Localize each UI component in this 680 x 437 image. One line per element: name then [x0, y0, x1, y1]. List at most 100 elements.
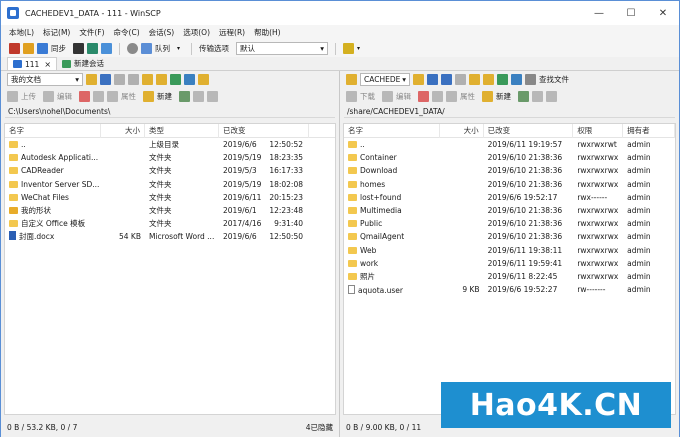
- remote-location-select[interactable]: CACHEDE ▾: [360, 73, 410, 86]
- local-file-list[interactable]: 名字 大小 类型 已改变 .. 上级目录 2019/6/6 12:50:52 Autod…: [4, 123, 336, 415]
- edit-button[interactable]: 编辑: [396, 91, 411, 102]
- close-button[interactable]: ✕: [647, 1, 679, 25]
- table-row[interactable]: lost+found 2019/6/6 19:52:17 rwx------ admi…: [344, 191, 675, 204]
- back-icon[interactable]: [441, 74, 452, 85]
- remote-path[interactable]: /share/CACHEDEV1_DATA/: [344, 105, 675, 118]
- properties-icon[interactable]: [446, 91, 457, 102]
- queue-icon[interactable]: [141, 43, 152, 54]
- select-all-icon[interactable]: [518, 91, 529, 102]
- sync-button[interactable]: 同步: [51, 43, 66, 54]
- table-row[interactable]: Container 2019/6/10 21:38:36 rwxrwxrwx admi…: [344, 151, 675, 164]
- filter-icon[interactable]: [100, 74, 111, 85]
- column-name[interactable]: 名字: [344, 124, 440, 138]
- open-folder-icon[interactable]: [86, 74, 97, 85]
- minimize-button[interactable]: —: [583, 1, 615, 25]
- column-changed[interactable]: 已改变: [219, 124, 309, 138]
- putty-icon[interactable]: [87, 43, 98, 54]
- maximize-button[interactable]: ☐: [615, 1, 647, 25]
- queue-button[interactable]: 队列: [155, 43, 170, 54]
- presets-dropdown-arrow[interactable]: ▾: [357, 45, 360, 52]
- upload-icon[interactable]: [7, 91, 18, 102]
- new-icon[interactable]: [143, 91, 154, 102]
- transfer-settings-select[interactable]: 默认 ▾: [236, 42, 329, 55]
- find-files-button[interactable]: 查找文件: [539, 74, 569, 85]
- menu-options[interactable]: 选项(O): [183, 27, 210, 38]
- menu-files[interactable]: 文件(F): [79, 27, 104, 38]
- table-row[interactable]: Web 2019/6/11 19:38:11 rwxrwxrwx admin: [344, 244, 675, 257]
- table-row[interactable]: Download 2019/6/10 21:38:36 rwxrwxrwx admin: [344, 164, 675, 177]
- edit-button[interactable]: 编辑: [57, 91, 72, 102]
- column-owner[interactable]: 拥有者: [623, 124, 675, 138]
- properties-icon[interactable]: [107, 91, 118, 102]
- local-path[interactable]: C:\Users\nohel\Documents\: [5, 105, 335, 118]
- refresh-icon[interactable]: [184, 74, 195, 85]
- delete-icon[interactable]: [418, 91, 429, 102]
- menu-help[interactable]: 帮助(H): [254, 27, 281, 38]
- download-icon[interactable]: [346, 91, 357, 102]
- transfer-presets-icon[interactable]: [343, 43, 355, 54]
- home-icon[interactable]: [170, 74, 181, 85]
- menu-local[interactable]: 本地(L): [9, 27, 34, 38]
- parent-dir-icon[interactable]: [469, 74, 480, 85]
- table-row[interactable]: WeChat Files 文件夹 2019/6/11 20:15:23: [5, 191, 335, 204]
- table-row[interactable]: Multimedia 2019/6/10 21:38:36 rwxrwxrwx adm…: [344, 204, 675, 217]
- sync-icon[interactable]: [37, 43, 48, 54]
- edit-icon[interactable]: [382, 91, 393, 102]
- table-row[interactable]: aquota.user 9 KB 2019/6/6 19:52:27 rw------…: [344, 283, 675, 296]
- table-row[interactable]: Public 2019/6/10 21:38:36 rwxrwxrwx admin: [344, 217, 675, 230]
- rename-icon[interactable]: [93, 91, 104, 102]
- synchronize-browsing-icon[interactable]: [101, 43, 112, 54]
- table-row[interactable]: 我的形状 文件夹 2019/6/1 12:23:48: [5, 204, 335, 217]
- menu-remote[interactable]: 远程(R): [219, 27, 245, 38]
- properties-button[interactable]: 属性: [460, 91, 475, 102]
- column-name[interactable]: 名字: [5, 124, 101, 138]
- find-files-icon[interactable]: [525, 74, 536, 85]
- table-row[interactable]: .. 2019/6/11 19:19:57 rwxrwxrwt admin: [344, 138, 675, 151]
- back-icon[interactable]: [114, 74, 125, 85]
- refresh-icon[interactable]: [511, 74, 522, 85]
- filter-icon[interactable]: [427, 74, 438, 85]
- preferences-gear-icon[interactable]: [127, 43, 138, 54]
- remote-file-list[interactable]: 名字 大小 已改变 权限 拥有者 .. 2019/6/11 19:19:57 rwx…: [343, 123, 676, 415]
- delete-icon[interactable]: [79, 91, 90, 102]
- table-row[interactable]: 照片 2019/6/11 8:22:45 rwxrwxrwx admin: [344, 270, 675, 283]
- invert-select-icon[interactable]: [546, 91, 557, 102]
- find-files-icon[interactable]: [198, 74, 209, 85]
- table-row[interactable]: Inventor Server SD... 文件夹 2019/5/19 18:02:0…: [5, 178, 335, 191]
- forward-icon[interactable]: [128, 74, 139, 85]
- upload-button[interactable]: 上传: [21, 91, 36, 102]
- column-changed[interactable]: 已改变: [484, 124, 574, 138]
- menu-session[interactable]: 会话(S): [149, 27, 175, 38]
- menu-mark[interactable]: 标记(M): [43, 27, 70, 38]
- unselect-icon[interactable]: [532, 91, 543, 102]
- forward-icon[interactable]: [455, 74, 466, 85]
- column-permissions[interactable]: 权限: [573, 124, 624, 138]
- column-size[interactable]: 大小: [101, 124, 145, 138]
- table-row[interactable]: CADReader 文件夹 2019/5/3 16:17:33: [5, 164, 335, 177]
- compare-dirs-icon[interactable]: [9, 43, 20, 54]
- table-row[interactable]: QmailAgent 2019/6/10 21:38:36 rwxrwxrwx adm…: [344, 230, 675, 243]
- table-row[interactable]: .. 上级目录 2019/6/6 12:50:52: [5, 138, 335, 151]
- queue-dropdown-arrow[interactable]: ▾: [177, 45, 180, 52]
- root-dir-icon[interactable]: [483, 74, 494, 85]
- local-location-select[interactable]: 我的文档 ▾: [7, 73, 83, 86]
- tab-session-111[interactable]: 111 ×: [7, 57, 58, 70]
- new-icon[interactable]: [482, 91, 493, 102]
- unselect-icon[interactable]: [193, 91, 204, 102]
- column-type[interactable]: 类型: [145, 124, 219, 138]
- table-row[interactable]: work 2019/6/11 19:59:41 rwxrwxrwx admin: [344, 257, 675, 270]
- rename-icon[interactable]: [432, 91, 443, 102]
- root-dir-icon[interactable]: [156, 74, 167, 85]
- parent-dir-icon[interactable]: [142, 74, 153, 85]
- new-button[interactable]: 新建: [496, 91, 511, 102]
- console-icon[interactable]: [73, 43, 84, 54]
- table-row[interactable]: Autodesk Applicati... 文件夹 2019/5/19 18:23:3…: [5, 151, 335, 164]
- bookmark-icon[interactable]: [23, 43, 34, 54]
- select-all-icon[interactable]: [179, 91, 190, 102]
- download-button[interactable]: 下载: [360, 91, 375, 102]
- close-tab-icon[interactable]: ×: [44, 60, 51, 69]
- invert-select-icon[interactable]: [207, 91, 218, 102]
- open-folder-icon[interactable]: [413, 74, 424, 85]
- table-row[interactable]: 自定义 Office 模板 文件夹 2017/4/16 9:31:40: [5, 217, 335, 230]
- home-icon[interactable]: [497, 74, 508, 85]
